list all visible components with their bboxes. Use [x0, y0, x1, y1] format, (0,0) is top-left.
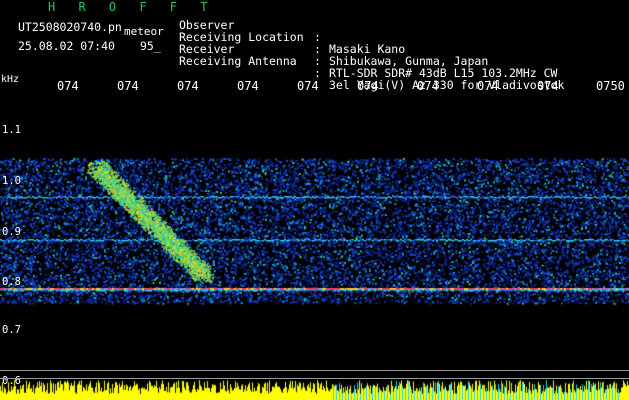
time-tick: 074: [57, 79, 79, 93]
divider-line: [0, 370, 629, 371]
time-tick: 074: [117, 79, 139, 93]
frequency-tick: 0.6: [2, 375, 21, 387]
meta-colon: :: [314, 66, 321, 80]
divider-line: [0, 378, 629, 379]
time-tick: 074: [177, 79, 199, 93]
event-tag: meteor: [124, 25, 164, 38]
file-name: UT2508020740.pn: [18, 20, 122, 34]
frequency-tick: 0.7: [2, 324, 21, 336]
time-tick: 074: [237, 79, 259, 93]
frequency-unit-label: kHz: [1, 74, 20, 85]
meta-key: Receiving Antenna: [179, 54, 297, 68]
spectrogram-canvas: [0, 96, 629, 400]
frequency-tick: 1.0: [2, 175, 21, 187]
spectrogram-panel: [0, 96, 629, 400]
percent-readout: 95_: [140, 39, 161, 53]
time-tick: 074: [537, 79, 559, 93]
time-tick: 074: [357, 79, 379, 93]
frequency-tick: 0.9: [2, 226, 21, 238]
frequency-tick: 0.8: [2, 276, 21, 288]
time-tick: 0750: [596, 79, 625, 93]
time-tick: 074: [297, 79, 319, 93]
frequency-tick: 1.1: [2, 124, 21, 136]
time-tick: 074: [417, 79, 439, 93]
time-tick: 074: [477, 79, 499, 93]
timestamp: 25.08.02 07:40: [18, 39, 115, 53]
